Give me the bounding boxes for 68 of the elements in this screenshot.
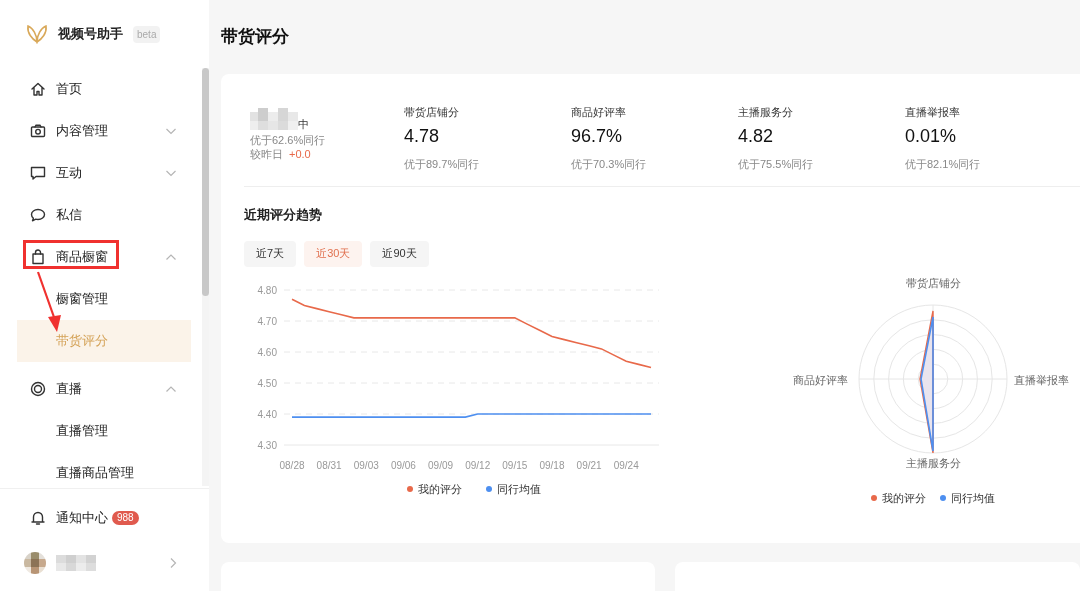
bell-icon	[30, 510, 46, 526]
sidebar-item[interactable]: 互动	[0, 152, 191, 194]
sidebar-item[interactable]: 直播	[0, 368, 191, 410]
y-tick-label: 4.40	[257, 408, 277, 419]
axis-label: 直播举报率	[1014, 372, 1069, 388]
x-tick-label: 09/18	[539, 459, 565, 471]
metric-value: 4.82	[738, 124, 775, 148]
page-title: 带货评分	[221, 26, 290, 49]
logo-icon	[26, 24, 48, 44]
y-tick-label: 4.80	[257, 284, 277, 295]
range-tab[interactable]: 近7天	[244, 240, 297, 267]
chat-bubble-icon	[30, 207, 46, 223]
legend-label: 我的评分	[882, 490, 926, 506]
x-tick-label: 09/09	[428, 459, 454, 471]
x-tick-label: 09/06	[390, 459, 416, 471]
x-tick-label: 09/21	[576, 459, 602, 471]
range-tab[interactable]: 近90天	[370, 240, 429, 267]
metric-label: 直播举报率	[905, 105, 961, 120]
name-mosaic-drawing	[56, 553, 96, 573]
axis-label: 带货店铺分	[904, 275, 962, 291]
metric-label: 商品好评率	[571, 105, 627, 120]
legend-label: 同行均值	[497, 481, 541, 497]
section-title: 近期评分趋势	[244, 206, 323, 224]
axis-label: 商品好评率	[793, 372, 848, 388]
metric-peer-text: 优于82.1%同行	[905, 156, 982, 172]
x-tick-label: 09/15	[502, 459, 528, 471]
metric-value: 4.78	[404, 124, 441, 148]
sidebar-item[interactable]: 私信	[0, 194, 191, 236]
metric-peer-text: 优于75.5%同行	[738, 156, 815, 172]
x-tick-label: 08/28	[279, 459, 305, 471]
y-tick-label: 4.60	[257, 346, 277, 357]
x-tick-label: 09/24	[613, 459, 639, 471]
legend-label: 我的评分	[418, 481, 462, 497]
y-tick-label: 4.70	[257, 315, 277, 326]
scrollbar-thumb[interactable]	[202, 68, 209, 296]
notification-center-item[interactable]: 通知中心 988	[0, 497, 209, 539]
sidebar-subitem[interactable]: 直播商品管理	[17, 452, 191, 488]
sidebar-subitem[interactable]: 橱窗管理	[17, 278, 191, 320]
home-icon	[30, 81, 46, 97]
app-name: 视频号助手	[58, 25, 123, 44]
axis-label: 主播服务分	[904, 455, 962, 471]
x-tick-label: 08/31	[316, 459, 342, 471]
sidebar-item[interactable]: 首页	[0, 68, 191, 110]
x-tick-label: 09/03	[353, 459, 379, 471]
sidebar-item[interactable]: 内容管理	[0, 110, 191, 152]
metric-peer-text: 优于89.7%同行	[404, 156, 481, 172]
name-mosaic-drawing	[250, 108, 298, 130]
sidebar-item[interactable]: 商品橱窗	[0, 236, 191, 278]
peer-rank-text: 优于62.6%同行	[250, 133, 327, 147]
metric-value: 96.7%	[571, 124, 624, 148]
metric-value: 0.01%	[905, 124, 958, 148]
target-icon	[30, 381, 46, 397]
change-label: 较昨日	[250, 147, 283, 161]
camera-icon	[30, 123, 46, 139]
avatar-mosaic-drawing	[24, 552, 46, 574]
y-tick-label: 4.50	[257, 377, 277, 388]
x-tick-label: 09/12	[465, 459, 491, 471]
metric-label: 主播服务分	[738, 105, 794, 120]
legend-label: 同行均值	[951, 490, 995, 506]
beta-badge: beta	[133, 25, 161, 43]
y-tick-label: 4.30	[257, 439, 277, 450]
metric-peer-text: 优于70.3%同行	[571, 156, 648, 172]
metric-label: 带货店铺分	[404, 105, 460, 120]
level-text: 中	[298, 118, 309, 130]
shopping-bag-icon	[30, 249, 46, 265]
count-badge: 988	[112, 511, 139, 525]
sidebar-subitem[interactable]: 直播管理	[17, 410, 191, 452]
change-value: +0.0	[289, 147, 311, 161]
